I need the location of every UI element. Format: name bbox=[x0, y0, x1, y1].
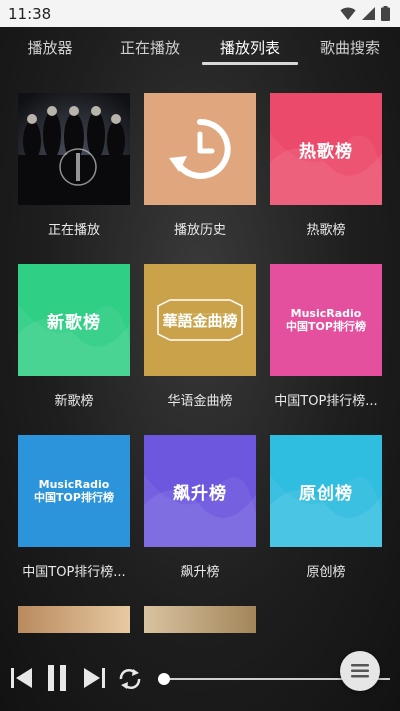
playlist-card-partial-2[interactable] bbox=[144, 606, 256, 633]
playlist-grid: 正在播放 播放历史 热歌榜 热歌榜 新歌榜 新歌榜 華語金曲榜 华语金曲榜 Mu… bbox=[18, 93, 384, 633]
history-cover bbox=[144, 93, 256, 205]
tab-song-search[interactable]: 歌曲搜索 bbox=[300, 27, 400, 67]
status-time: 11:38 bbox=[8, 4, 52, 23]
tab-playlists-label: 播放列表 bbox=[219, 38, 280, 57]
tab-now-playing-label: 正在播放 bbox=[119, 38, 180, 57]
playlist-caption: 飙升榜 bbox=[180, 565, 220, 580]
player-bar bbox=[0, 640, 400, 711]
menu-button[interactable] bbox=[340, 651, 380, 691]
playlist-card-china-top-1[interactable]: MusicRadio 中国TOP排行榜 中国TOP排行榜... bbox=[270, 264, 382, 409]
china-top-cover: MusicRadio 中国TOP排行榜 bbox=[270, 264, 382, 376]
playlist-card-rising[interactable]: 飙升榜 飙升榜 bbox=[144, 435, 256, 580]
tab-bar: 播放器 正在播放 播放列表 歌曲搜索 bbox=[0, 27, 400, 67]
battery-icon bbox=[381, 6, 390, 21]
cover-title: 新歌榜 bbox=[47, 312, 101, 333]
cover-title: 原创榜 bbox=[299, 483, 353, 504]
rising-cover: 飙升榜 bbox=[144, 435, 256, 547]
playlist-caption: 中国TOP排行榜... bbox=[274, 394, 378, 409]
partial-cover-photo bbox=[18, 606, 130, 633]
logo-bottom-text: 中国TOP排行榜 bbox=[286, 320, 366, 333]
playlist-card-new-songs[interactable]: 新歌榜 新歌榜 bbox=[18, 264, 130, 409]
previous-icon[interactable] bbox=[10, 666, 34, 690]
playlist-card-china-top-2[interactable]: MusicRadio 中国TOP排行榜 中国TOP排行榜... bbox=[18, 435, 130, 580]
new-songs-cover: 新歌榜 bbox=[18, 264, 130, 376]
history-icon bbox=[169, 118, 231, 179]
menu-icon bbox=[351, 664, 369, 678]
playlist-caption: 原创榜 bbox=[306, 565, 346, 580]
tab-player-label: 播放器 bbox=[27, 38, 73, 57]
seek-knob[interactable] bbox=[158, 673, 170, 685]
tab-playlists[interactable]: 播放列表 bbox=[200, 27, 300, 67]
tab-now-playing[interactable]: 正在播放 bbox=[100, 27, 200, 67]
music-radio-logo: MusicRadio 中国TOP排行榜 bbox=[286, 308, 366, 332]
playlist-caption: 热歌榜 bbox=[306, 223, 346, 238]
status-bar: 11:38 bbox=[0, 0, 400, 27]
cover-title: 華語金曲榜 bbox=[162, 311, 238, 330]
playlist-caption: 中国TOP排行榜... bbox=[22, 565, 126, 580]
original-cover: 原创榜 bbox=[270, 435, 382, 547]
playlist-card-original[interactable]: 原创榜 原创榜 bbox=[270, 435, 382, 580]
now-playing-cover bbox=[18, 93, 130, 205]
signal-icon bbox=[362, 7, 375, 20]
pause-icon[interactable] bbox=[46, 664, 68, 692]
album-photo bbox=[18, 93, 130, 205]
playlist-card-chinese-golden[interactable]: 華語金曲榜 华语金曲榜 bbox=[144, 264, 256, 409]
playlist-caption: 新歌榜 bbox=[54, 394, 94, 409]
tab-song-search-label: 歌曲搜索 bbox=[319, 38, 380, 57]
playlist-caption: 华语金曲榜 bbox=[167, 394, 233, 409]
next-icon[interactable] bbox=[82, 666, 106, 690]
playlist-card-hot-songs[interactable]: 热歌榜 热歌榜 bbox=[270, 93, 382, 238]
repeat-icon[interactable] bbox=[117, 667, 143, 691]
playlist-caption: 播放历史 bbox=[173, 223, 226, 238]
china-top-cover: MusicRadio 中国TOP排行榜 bbox=[18, 435, 130, 547]
cover-title: 飙升榜 bbox=[173, 483, 227, 504]
wifi-icon bbox=[340, 7, 356, 20]
cover-title: 热歌榜 bbox=[299, 141, 353, 162]
playlist-card-history[interactable]: 播放历史 bbox=[144, 93, 256, 238]
partial-cover-photo bbox=[144, 606, 256, 633]
playlist-card-now-playing[interactable]: 正在播放 bbox=[18, 93, 130, 238]
logo-bottom-text: 中国TOP排行榜 bbox=[34, 491, 114, 504]
logo-top-text: MusicRadio bbox=[290, 307, 362, 320]
logo-top-text: MusicRadio bbox=[38, 478, 110, 491]
status-icons bbox=[340, 6, 390, 21]
hot-songs-cover: 热歌榜 bbox=[270, 93, 382, 205]
playlist-card-partial-1[interactable] bbox=[18, 606, 130, 633]
chinese-golden-cover: 華語金曲榜 bbox=[144, 264, 256, 376]
playlist-caption: 正在播放 bbox=[47, 223, 100, 238]
music-radio-logo: MusicRadio 中国TOP排行榜 bbox=[34, 479, 114, 503]
tab-player[interactable]: 播放器 bbox=[0, 27, 100, 67]
